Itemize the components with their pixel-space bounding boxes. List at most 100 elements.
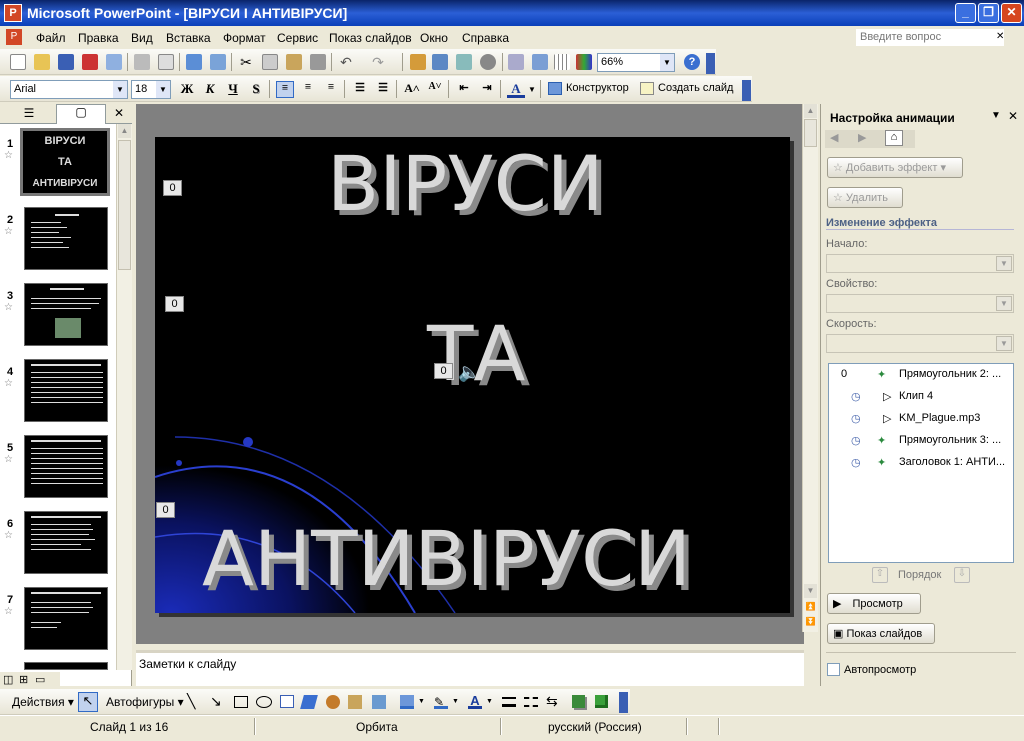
decrease-indent-icon[interactable]: ⇤ bbox=[455, 81, 473, 98]
font-color-icon[interactable]: A bbox=[507, 81, 525, 98]
oval-icon[interactable] bbox=[256, 696, 272, 708]
arrow-icon[interactable]: ↘ bbox=[210, 693, 222, 710]
color-grayscale-icon[interactable] bbox=[576, 54, 592, 70]
permission-icon[interactable] bbox=[82, 54, 98, 70]
slide-sorter-icon[interactable]: ⊞ bbox=[19, 673, 28, 686]
align-left-icon[interactable]: ≡ bbox=[276, 81, 294, 98]
wordart-icon[interactable] bbox=[300, 695, 318, 709]
list-item[interactable]: ◷ ✦ Прямоугольник 3: ... bbox=[829, 431, 1013, 451]
decrease-font-icon[interactable]: A˅ bbox=[426, 81, 444, 98]
dash-style-icon[interactable] bbox=[524, 697, 538, 707]
animation-order-tag[interactable]: 0 bbox=[165, 296, 184, 312]
print-icon[interactable] bbox=[134, 54, 150, 70]
slide-thumbnail-6[interactable] bbox=[24, 511, 108, 574]
open-icon[interactable] bbox=[34, 54, 50, 70]
bullets-icon[interactable]: ☰ bbox=[374, 81, 392, 98]
help-icon[interactable]: ? bbox=[684, 54, 700, 70]
font-select[interactable]: Arial ▼ bbox=[10, 80, 128, 99]
select-objects-icon[interactable]: ↖ bbox=[78, 692, 98, 712]
chevron-down-icon[interactable]: ▼ bbox=[452, 698, 459, 705]
animation-order-tag[interactable]: 0 bbox=[163, 180, 182, 196]
grid-icon[interactable] bbox=[554, 54, 570, 70]
textbox-icon[interactable] bbox=[280, 695, 294, 708]
bold-button[interactable]: Ж bbox=[178, 81, 196, 98]
print-preview-icon[interactable] bbox=[158, 54, 174, 70]
cut-icon[interactable]: ✂ bbox=[238, 54, 254, 70]
document-icon[interactable]: P bbox=[6, 29, 22, 45]
slides-scrollbar[interactable]: ▲ bbox=[116, 124, 132, 670]
slide-title-viruses[interactable]: ВІРУСИ bbox=[327, 139, 604, 228]
slide-thumbnail-1[interactable]: ВІРУСИ ТА АНТИВІРУСИ bbox=[20, 128, 110, 196]
slide-text-and[interactable]: ТА bbox=[427, 309, 525, 398]
chevron-down-icon[interactable]: ▼ bbox=[486, 698, 493, 705]
show-formatting-icon[interactable] bbox=[532, 54, 548, 70]
autopreview-checkbox[interactable] bbox=[827, 663, 840, 676]
designer-button[interactable]: Конструктор bbox=[566, 82, 629, 94]
toolbar-options-icon[interactable] bbox=[742, 80, 751, 101]
fill-color-icon[interactable] bbox=[400, 695, 414, 709]
home-icon[interactable]: ⌂ bbox=[885, 130, 903, 146]
increase-indent-icon[interactable]: ⇥ bbox=[478, 81, 496, 98]
align-center-icon[interactable]: ≡ bbox=[299, 81, 317, 98]
maximize-icon[interactable]: ❐ bbox=[978, 3, 999, 23]
current-slide[interactable]: ВІРУСИ ТА АНТИВІРУСИ 0 0 0 0 🔈 bbox=[155, 137, 790, 613]
start-select[interactable]: ▼ bbox=[826, 254, 1014, 273]
normal-view-icon[interactable]: ◫ bbox=[3, 673, 13, 686]
slideshow-view-icon[interactable]: ▭ bbox=[35, 673, 45, 686]
italic-button[interactable]: К bbox=[201, 81, 219, 98]
undo-icon[interactable]: ↶ bbox=[338, 54, 354, 70]
chevron-down-icon[interactable]: ▼ bbox=[418, 698, 425, 705]
line-color-icon[interactable]: ✎ bbox=[434, 695, 448, 709]
preview-button[interactable]: ▶ Просмотр bbox=[827, 593, 921, 614]
slide-thumbnail-5[interactable] bbox=[24, 435, 108, 498]
redo-icon[interactable]: ↷ bbox=[370, 54, 386, 70]
spelling-icon[interactable] bbox=[186, 54, 202, 70]
list-item[interactable]: 0 ✦ Прямоугольник 2: ... bbox=[829, 365, 1013, 385]
scroll-thumb[interactable] bbox=[804, 119, 817, 147]
3d-style-icon[interactable] bbox=[595, 695, 608, 708]
font-color-icon[interactable]: A bbox=[468, 693, 482, 709]
menu-format[interactable]: Формат bbox=[223, 31, 266, 45]
font-size-select[interactable]: 18 ▼ bbox=[131, 80, 171, 99]
new-slide-button[interactable]: Создать слайд bbox=[658, 82, 733, 94]
animation-order-tag[interactable]: 0 bbox=[434, 363, 453, 379]
slide-thumbnail-8[interactable] bbox=[24, 662, 108, 670]
slides-tab-icon[interactable]: ▢ bbox=[56, 104, 106, 124]
list-item[interactable]: ◷ ▷ KM_Plague.mp3 bbox=[829, 409, 1013, 429]
menu-slideshow[interactable]: Показ слайдов bbox=[329, 31, 412, 45]
animation-order-tag[interactable]: 0 bbox=[156, 502, 175, 518]
close-pane-icon[interactable]: ✕ bbox=[1008, 109, 1018, 123]
pane-menu-icon[interactable]: ▼ bbox=[991, 110, 1001, 121]
minimize-icon[interactable]: _ bbox=[955, 3, 976, 23]
autoshapes-menu[interactable]: Автофигуры ▾ bbox=[106, 695, 184, 709]
actions-menu[interactable]: Действия ▾ bbox=[12, 695, 74, 709]
scroll-down-icon[interactable]: ▼ bbox=[804, 584, 817, 598]
next-slide-icon[interactable]: ⏬ bbox=[804, 615, 817, 629]
menu-insert[interactable]: Вставка bbox=[166, 31, 211, 45]
underline-button[interactable]: Ч bbox=[224, 81, 242, 98]
menu-file[interactable]: Файл bbox=[36, 31, 66, 45]
menu-tools[interactable]: Сервис bbox=[277, 31, 318, 45]
scroll-thumb[interactable] bbox=[118, 140, 131, 270]
previous-slide-icon[interactable]: ⏫ bbox=[804, 600, 817, 614]
shadow-style-icon[interactable] bbox=[572, 695, 585, 708]
scroll-up-icon[interactable]: ▲ bbox=[804, 104, 817, 118]
line-style-icon[interactable] bbox=[502, 697, 516, 707]
back-icon[interactable]: ◀ bbox=[830, 131, 838, 144]
table-icon[interactable] bbox=[432, 54, 448, 70]
help-search-input[interactable]: Введите вопрос bbox=[856, 29, 1004, 46]
format-painter-icon[interactable] bbox=[310, 54, 326, 70]
new-icon[interactable] bbox=[10, 54, 26, 70]
email-icon[interactable] bbox=[106, 54, 122, 70]
menu-edit[interactable]: Правка bbox=[78, 31, 119, 45]
save-icon[interactable] bbox=[58, 54, 74, 70]
property-select[interactable]: ▼ bbox=[826, 294, 1014, 313]
chart-icon[interactable] bbox=[410, 54, 426, 70]
slide-thumbnail-7[interactable] bbox=[24, 587, 108, 650]
shadow-button[interactable]: S bbox=[247, 81, 265, 98]
chevron-down-icon[interactable]: ▼ bbox=[528, 85, 536, 94]
slide-thumbnail-3[interactable] bbox=[24, 283, 108, 346]
close-doc-icon[interactable]: ✕ bbox=[996, 31, 1004, 42]
scroll-up-icon[interactable]: ▲ bbox=[118, 124, 131, 138]
add-effect-button[interactable]: ☆ Добавить эффект ▾ bbox=[827, 157, 963, 178]
